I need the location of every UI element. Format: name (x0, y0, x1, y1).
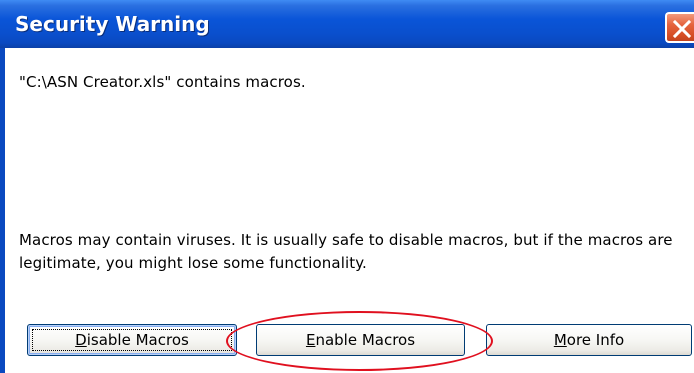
file-message: "C:\ASN Creator.xls" contains macros. (19, 73, 306, 91)
disable-macros-button[interactable]: Disable Macros (27, 324, 237, 356)
dialog-title: Security Warning (15, 12, 210, 36)
enable-macros-label: Enable Macros (305, 331, 416, 349)
more-info-label: More Info (553, 331, 625, 349)
security-warning-dialog: Security Warning "C:\ASN Creator.xls" co… (0, 0, 694, 373)
more-info-button[interactable]: More Info (486, 324, 692, 356)
title-bar[interactable]: Security Warning (0, 0, 694, 48)
disable-macros-label: Disable Macros (75, 331, 189, 349)
warning-message: Macros may contain viruses. It is usuall… (19, 231, 673, 272)
enable-macros-button[interactable]: Enable Macros (256, 324, 465, 356)
close-button[interactable] (665, 12, 694, 43)
close-icon (672, 19, 692, 39)
